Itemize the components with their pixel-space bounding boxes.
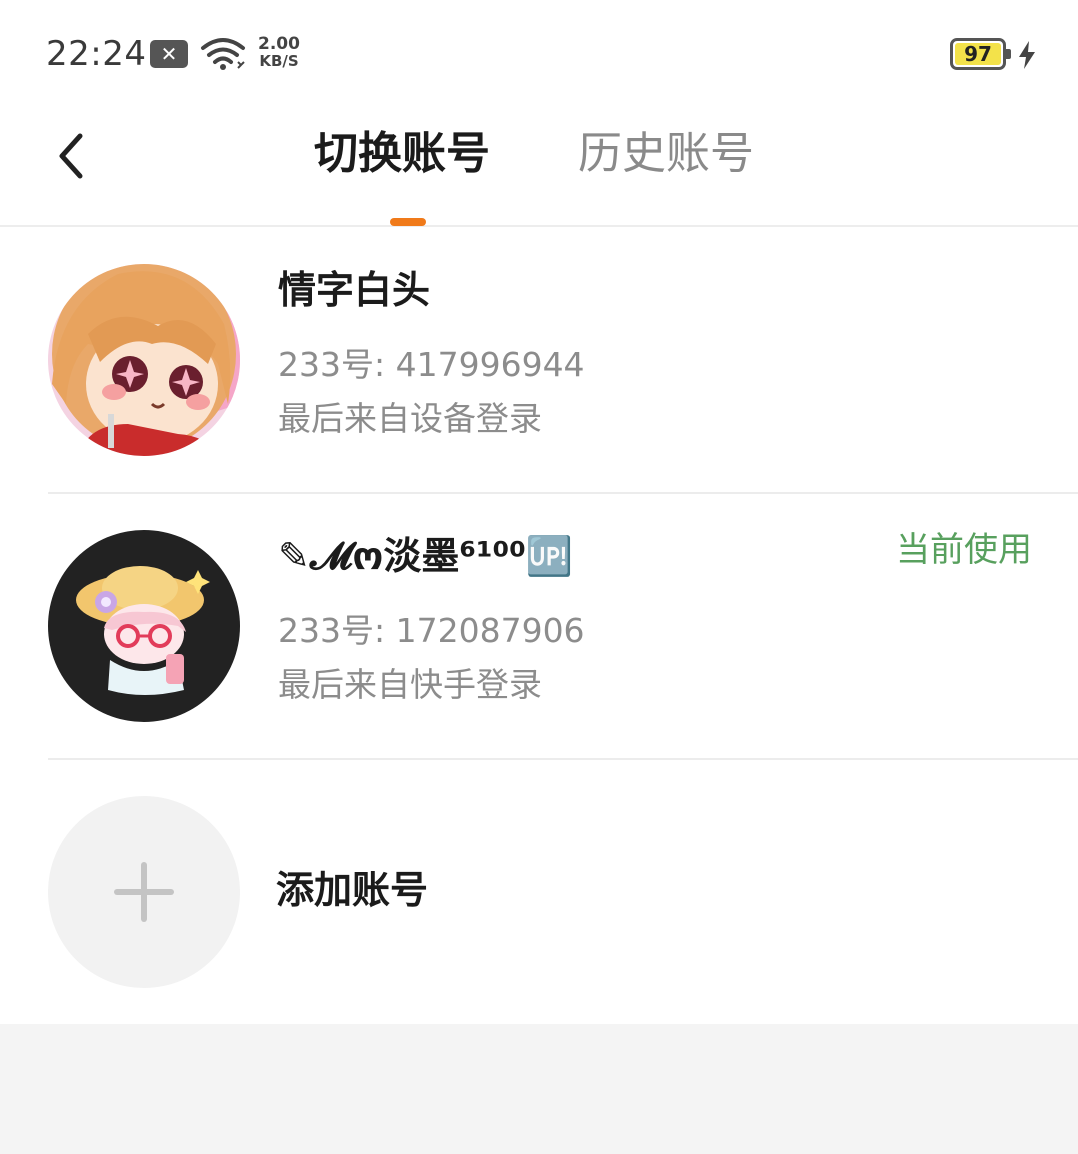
back-button[interactable]	[42, 124, 102, 188]
network-speed: 2.00 KB/S	[254, 36, 304, 70]
tab-history-account[interactable]: 历史账号	[578, 126, 754, 182]
account-row[interactable]: 情字白头 233号: 417996944 最后来自设备登录	[0, 228, 1078, 494]
network-speed-unit: KB/S	[259, 52, 299, 70]
wifi-icon	[201, 38, 245, 70]
top-nav: 切换账号 历史账号	[0, 100, 1078, 227]
status-time: 22:24	[46, 34, 147, 74]
tab-switch-account[interactable]: 切换账号	[314, 126, 490, 182]
battery-level: 97	[955, 43, 1001, 65]
current-in-use-badge: 当前使用	[896, 530, 1032, 570]
add-account-label: 添加账号	[276, 868, 429, 912]
plus-vertical	[141, 862, 147, 922]
account-id: 233号: 417996944	[278, 345, 585, 384]
account-name: 情字白头	[278, 268, 431, 312]
account-login-source: 最后来自设备登录	[278, 399, 542, 438]
account-id: 233号: 172087906	[278, 611, 585, 650]
battery-tip	[1006, 49, 1011, 59]
plus-icon	[48, 796, 240, 988]
add-account-button[interactable]: 添加账号	[0, 760, 1078, 1024]
account-name: ✎𝓜ო淡墨⁶¹⁰⁰🆙	[278, 534, 574, 578]
account-login-source: 最后来自快手登录	[278, 665, 542, 704]
chevron-left-icon	[59, 133, 83, 179]
chibi-sunhat-avatar	[48, 530, 240, 722]
anime-girl-avatar	[48, 264, 240, 456]
bolt-icon	[1019, 41, 1035, 69]
network-speed-value: 2.00	[258, 34, 300, 54]
tab-indicator	[390, 218, 426, 226]
account-row[interactable]: ✎𝓜ო淡墨⁶¹⁰⁰🆙 当前使用 233号: 172087906 最后来自快手登录	[0, 494, 1078, 760]
status-bar: 22:24 ✕ 2.00 KB/S 97	[0, 0, 1078, 100]
close-box-icon: ✕	[150, 40, 188, 68]
battery-icon: 97	[950, 38, 1011, 70]
switch-account-screen: 22:24 ✕ 2.00 KB/S 97 切换账号 历史账号 情字白头 233号…	[0, 0, 1078, 1154]
